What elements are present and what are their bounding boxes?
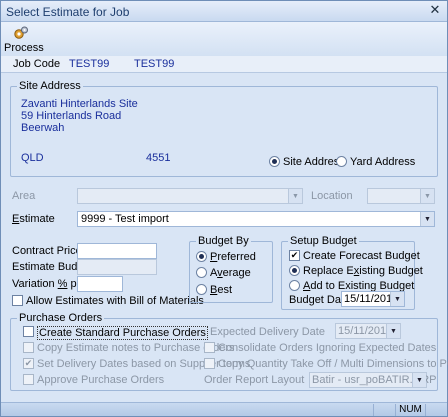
chevron-down-icon: ▼ [412,373,426,387]
contract-price-input[interactable] [77,243,157,259]
yard-address-radio[interactable] [336,156,347,167]
job-row: Job Code TEST99 TEST99 [1,56,447,73]
purchase-orders-legend: Purchase Orders [17,312,105,324]
estimate-value: 9999 - Test import [81,213,169,225]
chevron-down-icon: ▼ [386,324,400,338]
area-dropdown[interactable]: ▼ [77,188,303,204]
preferred-label: Preferred [210,251,256,263]
title-bar: Select Estimate for Job ✕ [1,1,447,22]
allow-bom-checkbox[interactable] [12,295,23,306]
chevron-down-icon: ▼ [390,292,404,306]
estimate-label: Estimate [12,213,55,225]
area-label: Area [12,190,36,202]
copy-quantity-label: Copy Quantity Take Off / Multi Dimension… [218,358,448,370]
site-line-1: Zavanti Hinterlands Site [21,98,138,110]
job-code-value-2: TEST99 [134,58,175,70]
report-layout-dropdown[interactable]: Batir - usr_poBATIR.QRP ▼ [309,372,437,388]
num-lock-indicator: NUM [395,404,425,416]
variation-profit-input[interactable] [77,276,123,292]
setup-budget-legend: Setup Budget [288,235,359,247]
average-label: Average [210,267,251,279]
set-delivery-checkbox[interactable]: ✔ [23,358,34,369]
select-estimate-dialog: Select Estimate for Job ✕ Process Job Co… [0,0,448,417]
preferred-radio[interactable] [196,251,207,262]
estimate-budget-input [77,259,157,275]
yard-address-option-label: Yard Address [350,156,416,168]
location-dropdown[interactable]: ▼ [367,188,435,204]
best-radio[interactable] [196,284,207,295]
replace-budget-label: Replace Existing Budget [303,265,423,277]
contract-price-label: Contract Price [12,245,82,257]
site-line-3: Beerwah [21,122,65,134]
site-address-radio[interactable] [269,156,280,167]
chevron-down-icon: ▼ [420,189,434,203]
copy-notes-checkbox[interactable] [23,342,34,353]
create-standard-po-label: Create Standard Purchase Orders [37,326,208,340]
process-label: Process [4,42,44,54]
status-panel-end [425,404,447,416]
process-button[interactable]: Process [4,24,44,55]
create-forecast-label: Create Forecast Budget [303,250,420,262]
site-address-legend: Site Address [17,80,83,92]
add-budget-radio[interactable] [289,280,300,291]
job-code-label: Job Code [13,58,61,70]
status-bar: NUM [1,402,447,416]
location-label: Location [311,190,353,202]
window-title: Select Estimate for Job [6,5,130,19]
site-line-2: 59 Hinterlands Road [21,110,122,122]
create-standard-po-checkbox[interactable] [23,326,34,337]
copy-quantity-checkbox[interactable] [204,358,215,369]
gears-icon [14,26,28,39]
consolidate-orders-checkbox[interactable] [204,342,215,353]
site-postcode: 4551 [146,152,171,164]
approve-po-label: Approve Purchase Orders [37,374,165,386]
toolbar: Process [1,22,447,56]
expected-delivery-picker[interactable]: 15/11/2013 ▼ [335,323,401,339]
expected-delivery-label: Expected Delivery Date [210,326,325,338]
job-code-value: TEST99 [69,58,110,70]
replace-budget-radio[interactable] [289,265,300,276]
best-label: Best [210,284,233,296]
allow-bom-label: Allow Estimates with Bill of Materials [26,295,204,307]
report-layout-label: Order Report Layout [204,374,305,386]
create-forecast-checkbox[interactable]: ✔ [289,250,300,261]
status-panel [373,404,395,416]
budget-date-picker[interactable]: 15/11/2013 ▼ [341,291,405,307]
consolidate-orders-label: Consolidate Orders Ignoring Expected Dat… [218,342,437,354]
budget-by-legend: Budget By [196,235,251,247]
expected-delivery-value: 15/11/2013 [338,325,393,337]
close-icon[interactable]: ✕ [428,3,442,17]
site-state: QLD [21,152,44,164]
chevron-down-icon: ▼ [420,212,434,226]
average-radio[interactable] [196,267,207,278]
estimate-dropdown[interactable]: 9999 - Test import ▼ [77,211,435,227]
chevron-down-icon: ▼ [288,189,302,203]
approve-po-checkbox[interactable] [23,374,34,385]
